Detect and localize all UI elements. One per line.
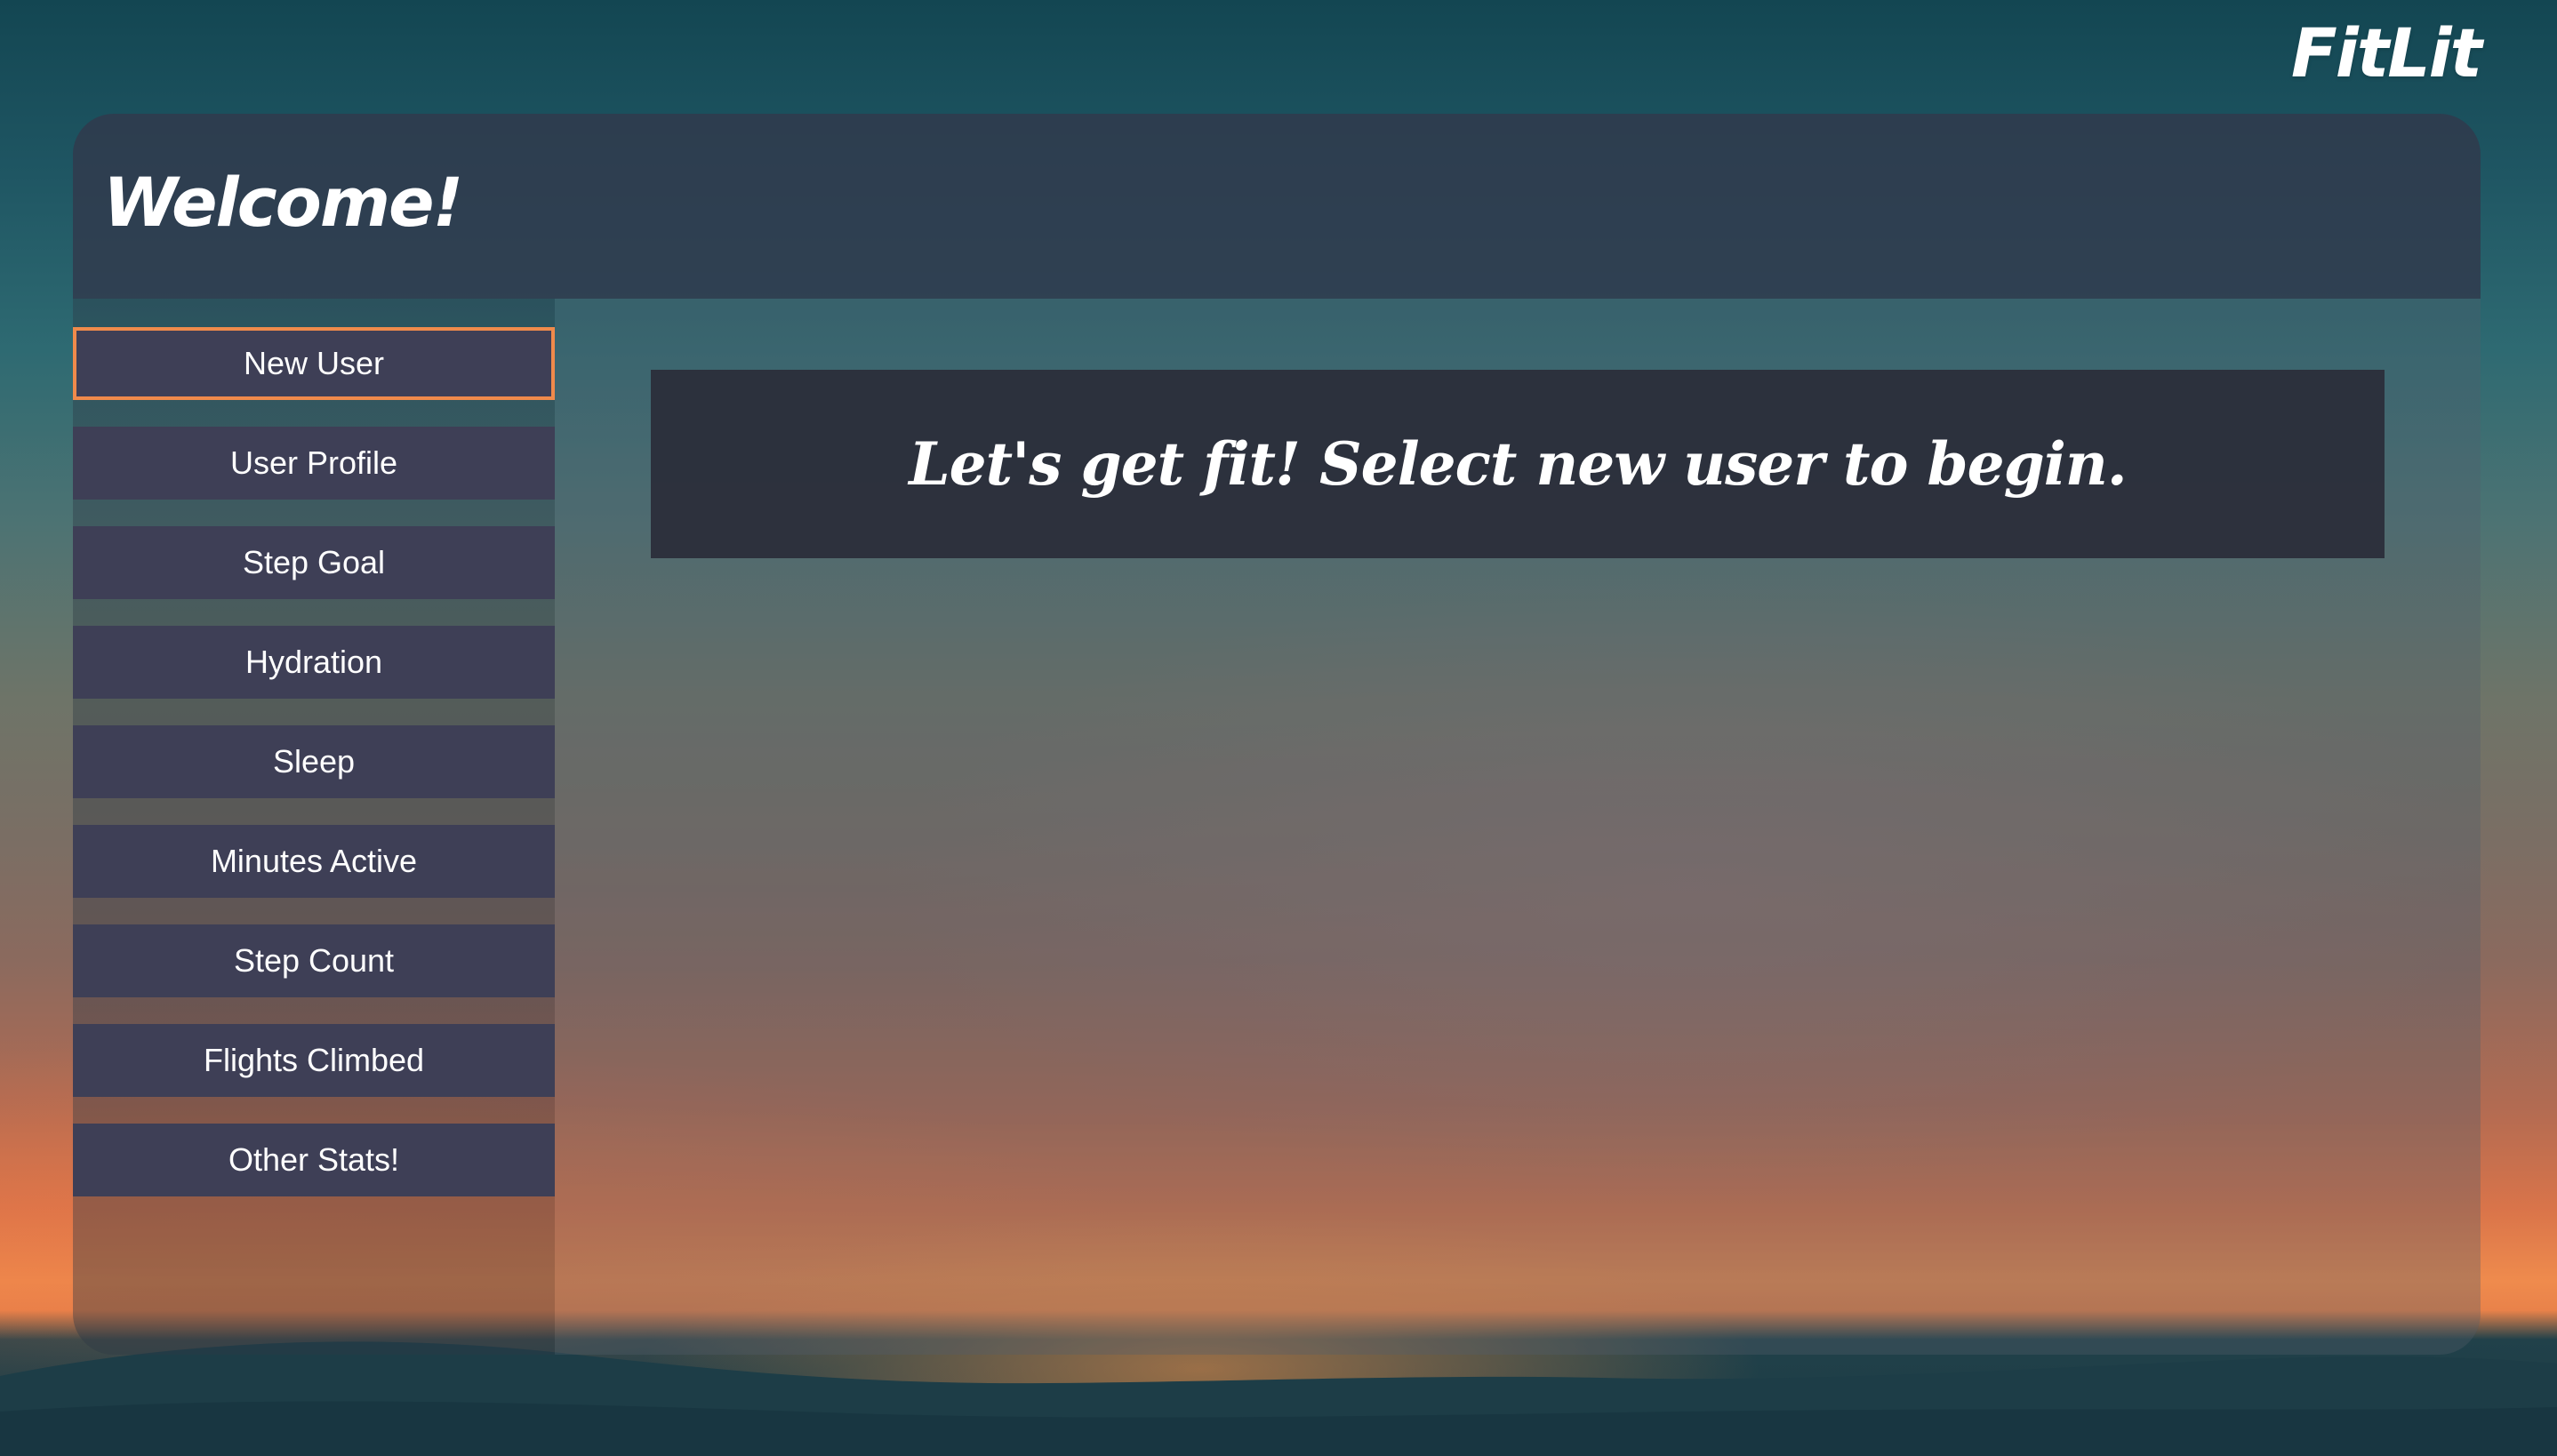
other-stats-button[interactable]: Other Stats! xyxy=(73,1124,555,1196)
app-panel: Welcome! New User User Profile Step Goal… xyxy=(73,114,2481,1355)
hydration-button[interactable]: Hydration xyxy=(73,626,555,699)
new-user-button[interactable]: New User xyxy=(73,327,555,400)
step-goal-button[interactable]: Step Goal xyxy=(73,526,555,599)
page-title: Welcome! xyxy=(103,163,463,242)
header: Welcome! xyxy=(73,114,2481,299)
minutes-active-button[interactable]: Minutes Active xyxy=(73,825,555,898)
main-content: Let's get fit! Select new user to begin. xyxy=(555,299,2481,1355)
welcome-message: Let's get fit! Select new user to begin. xyxy=(909,429,2128,499)
brand-logo: FitLit xyxy=(2290,13,2482,92)
welcome-banner: Let's get fit! Select new user to begin. xyxy=(651,370,2385,558)
user-profile-button[interactable]: User Profile xyxy=(73,427,555,500)
sidebar: New User User Profile Step Goal Hydratio… xyxy=(73,299,555,1355)
step-count-button[interactable]: Step Count xyxy=(73,924,555,997)
sleep-button[interactable]: Sleep xyxy=(73,725,555,798)
flights-climbed-button[interactable]: Flights Climbed xyxy=(73,1024,555,1097)
